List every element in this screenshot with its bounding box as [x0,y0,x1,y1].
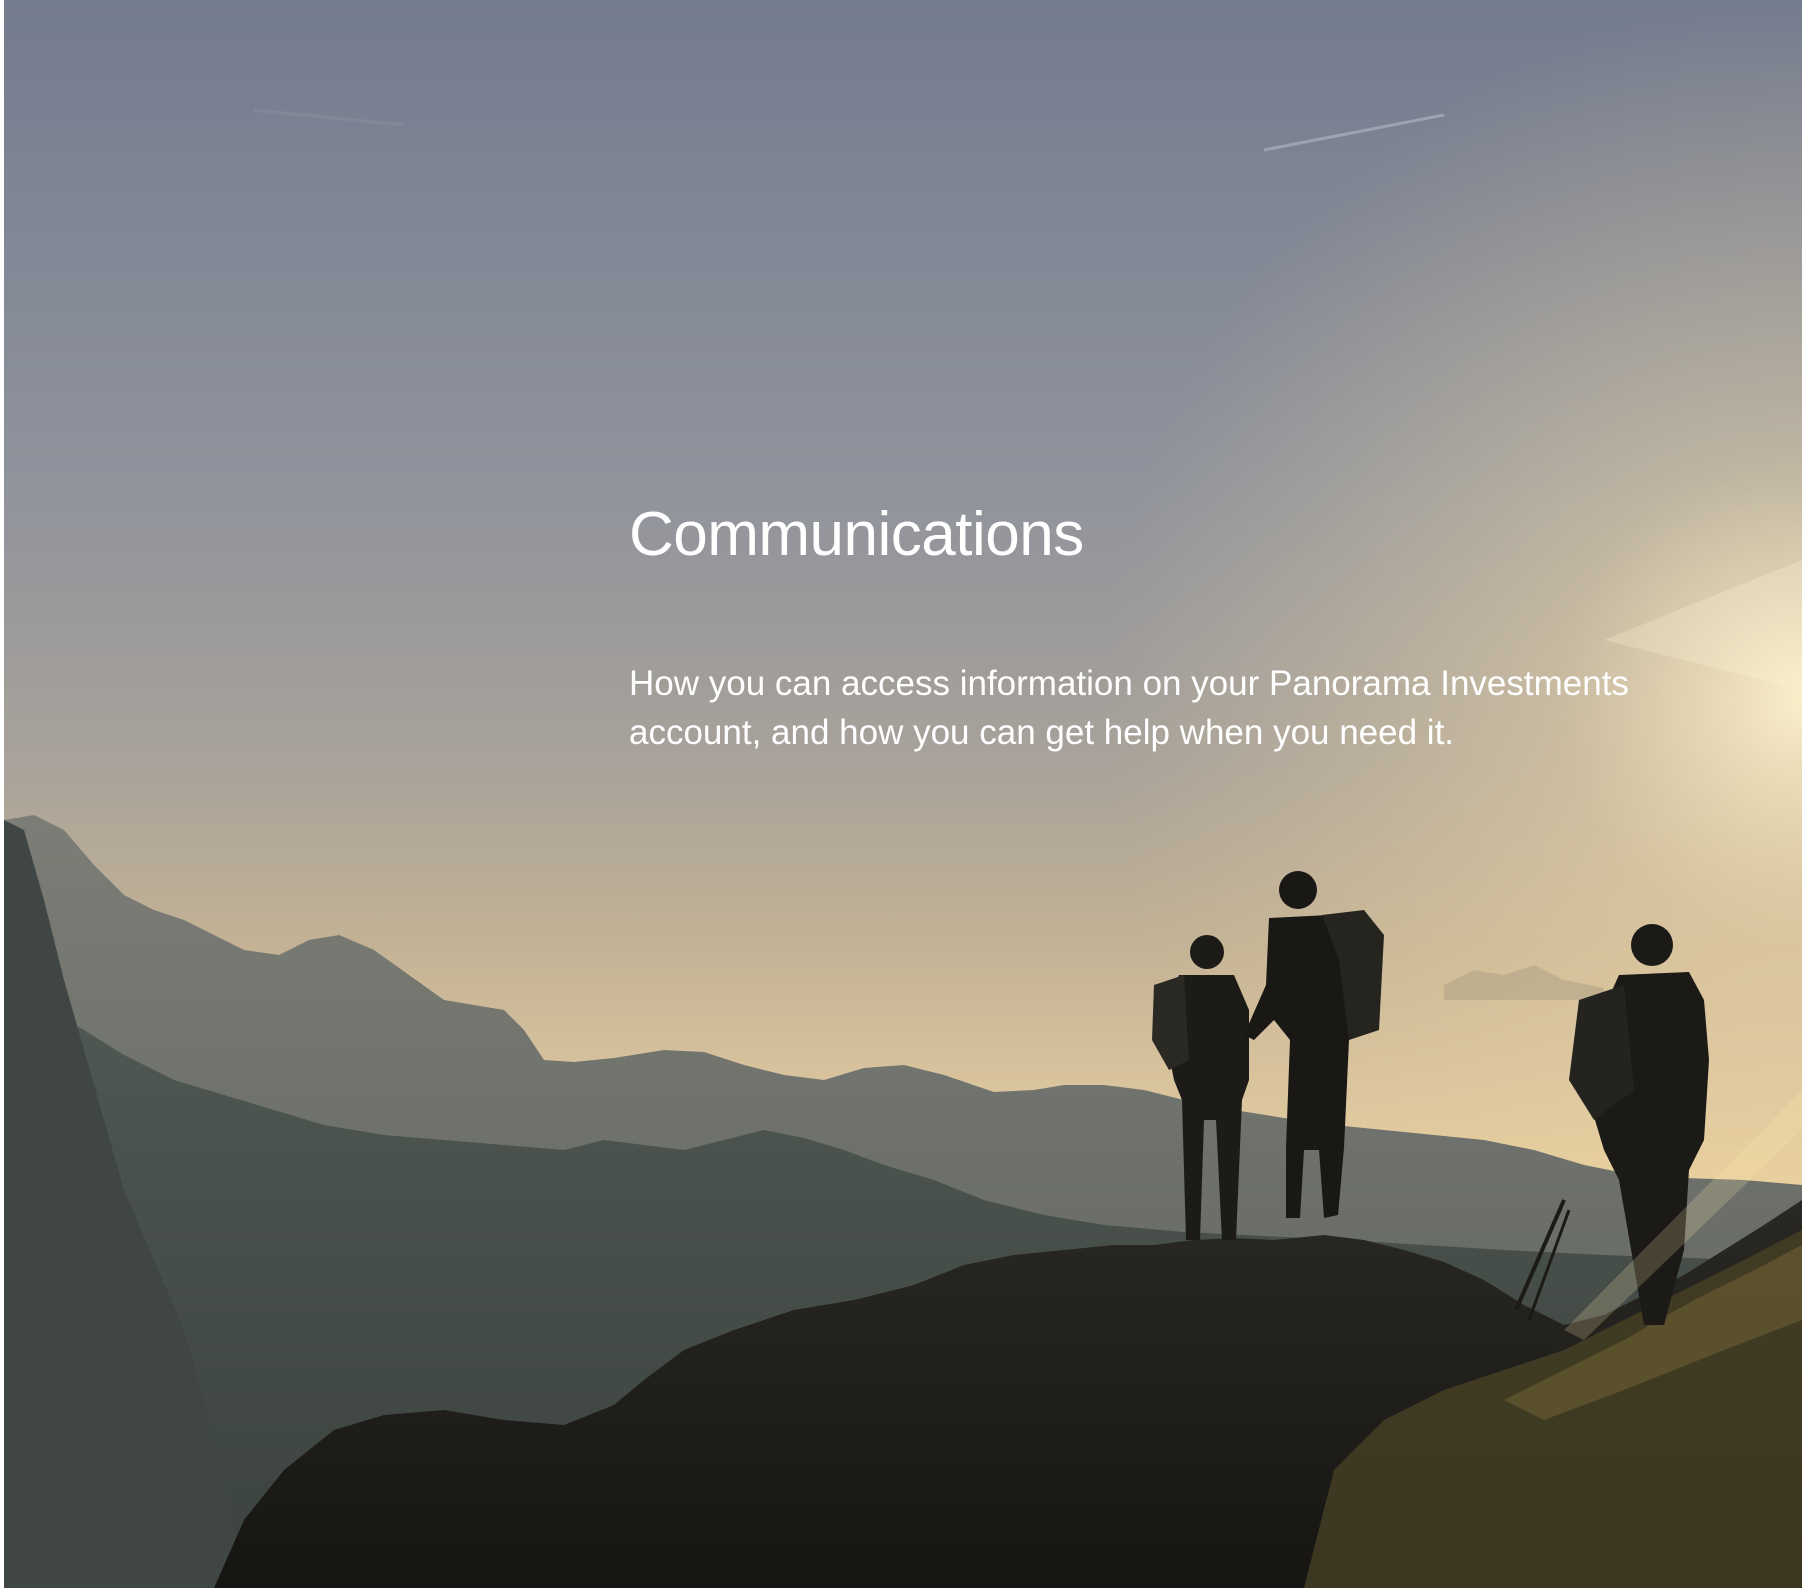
page-description: How you can access information on your P… [629,664,1629,752]
hero-image [4,0,1802,1588]
intro-text-block: Communications How you can access inform… [629,495,1729,757]
page-title: Communications [629,500,1084,569]
page: Communications How you can access inform… [4,0,1802,1588]
